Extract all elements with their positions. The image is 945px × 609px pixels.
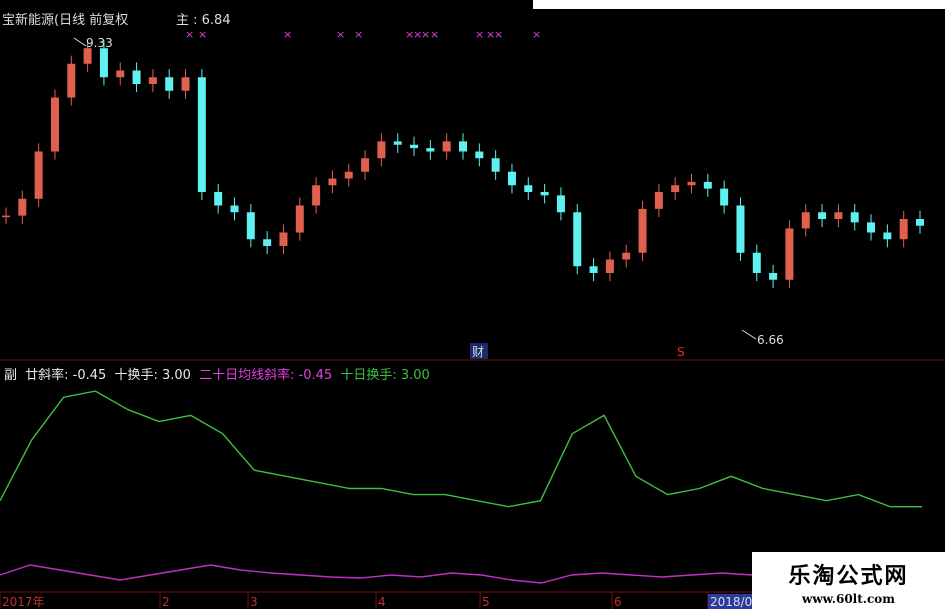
s-signal-label: S xyxy=(677,345,685,359)
candle-body xyxy=(883,232,892,240)
candle-body xyxy=(785,228,794,280)
candle-body xyxy=(622,252,631,260)
candle-body xyxy=(491,158,500,172)
candle-body xyxy=(181,77,190,91)
candle-body xyxy=(50,97,59,152)
candle-body xyxy=(377,141,386,159)
signal-mark: × xyxy=(532,28,541,41)
candle-body xyxy=(916,219,924,226)
candle-body xyxy=(638,208,647,253)
candle-body xyxy=(899,219,908,240)
candle-body xyxy=(801,212,810,229)
candle-body xyxy=(524,185,533,192)
candle-body xyxy=(442,141,451,152)
candle-body xyxy=(83,48,92,64)
candle-body xyxy=(459,141,467,152)
candle-body xyxy=(116,70,125,78)
candle-body xyxy=(818,212,827,219)
candle-body xyxy=(279,232,288,246)
low-price-label: 6.66 xyxy=(757,333,784,347)
candle-body xyxy=(850,212,859,223)
candle-body xyxy=(654,192,663,209)
candlestick-series xyxy=(2,40,924,288)
candle-body xyxy=(2,215,10,218)
candle-body xyxy=(720,188,729,206)
watermark-url: www.60lt.com xyxy=(802,592,895,606)
chart-title: 宝新能源(日线 前复权 xyxy=(2,13,129,28)
candle-body xyxy=(556,195,565,213)
main-price-readout: 主 : 6.84 xyxy=(176,13,231,28)
candle-body xyxy=(752,252,761,273)
candle-body xyxy=(703,181,712,189)
x-tick-label: 4 xyxy=(378,595,386,609)
candle-body xyxy=(328,178,337,186)
candle-body xyxy=(67,63,76,98)
watermark: 乐淘公式网 www.60lt.com xyxy=(752,552,945,609)
x-tick-label: 2017年 xyxy=(2,595,45,609)
candle-body xyxy=(540,192,549,196)
candle-body xyxy=(507,171,516,186)
candle-body xyxy=(687,181,696,186)
low-annotation: 6.66 xyxy=(741,329,784,347)
candle-body xyxy=(263,239,272,246)
signal-mark: × xyxy=(475,28,484,41)
signal-mark: × xyxy=(354,28,363,41)
candle-body xyxy=(18,198,27,216)
candle-body xyxy=(132,70,141,84)
candle-body xyxy=(736,205,745,253)
legend-item-turnover10: 十换手: 3.00 xyxy=(114,368,191,383)
candle-body xyxy=(197,77,206,192)
candle-body xyxy=(34,151,43,199)
candle-body xyxy=(475,151,484,159)
legend-item-turnover10-days: 十日换手: 3.00 xyxy=(340,368,430,383)
signal-marks: × × × × × ××× × × ×× × xyxy=(185,28,541,41)
candle-body xyxy=(426,148,435,152)
high-annotation: 9.33 xyxy=(73,36,113,50)
candle-body xyxy=(99,48,108,78)
legend-item-slope20: 廿斜率: -0.45 xyxy=(25,368,107,383)
candle-body xyxy=(295,205,304,233)
signal-mark: × xyxy=(421,28,430,41)
candle-body xyxy=(867,222,876,233)
signal-mark: × xyxy=(494,28,503,41)
signal-mark: × xyxy=(430,28,439,41)
candle-body xyxy=(230,205,239,213)
watermark-title: 乐淘公式网 xyxy=(788,564,909,589)
legend-item-ma20-slope: 二十日均线斜率: -0.45 xyxy=(199,368,333,383)
sub-prefix: 副 xyxy=(4,368,18,383)
signal-mark: × xyxy=(185,28,194,41)
kline-chart: × × × × × ××× × × ×× × 2017年 2 3 4 5 6 2018/06 9.33 6.6… xyxy=(0,28,945,609)
candle-body xyxy=(361,158,370,172)
candle-body xyxy=(312,185,321,206)
candle-body xyxy=(410,144,419,149)
candle-body xyxy=(605,259,614,273)
candle-body xyxy=(344,171,353,179)
cai-badge: 财 xyxy=(472,345,484,359)
candle-body xyxy=(246,212,255,240)
signal-mark: × xyxy=(336,28,345,41)
x-tick-label: 2 xyxy=(162,595,170,609)
pink-indicator-line xyxy=(0,564,753,584)
x-tick-label: 5 xyxy=(482,595,490,609)
candle-body xyxy=(165,77,174,91)
candle-body xyxy=(834,212,843,219)
x-tick-label: 3 xyxy=(250,595,258,609)
signal-mark: × xyxy=(283,28,292,41)
high-price-label: 9.33 xyxy=(86,36,113,50)
signal-mark: × xyxy=(198,28,207,41)
candle-body xyxy=(214,192,223,206)
candle-body xyxy=(393,141,402,145)
candle-body xyxy=(769,273,778,280)
candle-body xyxy=(589,266,598,273)
candle-body xyxy=(671,185,680,192)
sub-indicator-legend: 副 廿斜率: -0.45 十换手: 3.00 二十日均线斜率: -0.45 十日… xyxy=(4,364,434,383)
green-indicator-line xyxy=(0,390,922,508)
x-tick-label: 6 xyxy=(614,595,622,609)
candle-body xyxy=(573,212,582,267)
candle-body xyxy=(148,77,157,84)
